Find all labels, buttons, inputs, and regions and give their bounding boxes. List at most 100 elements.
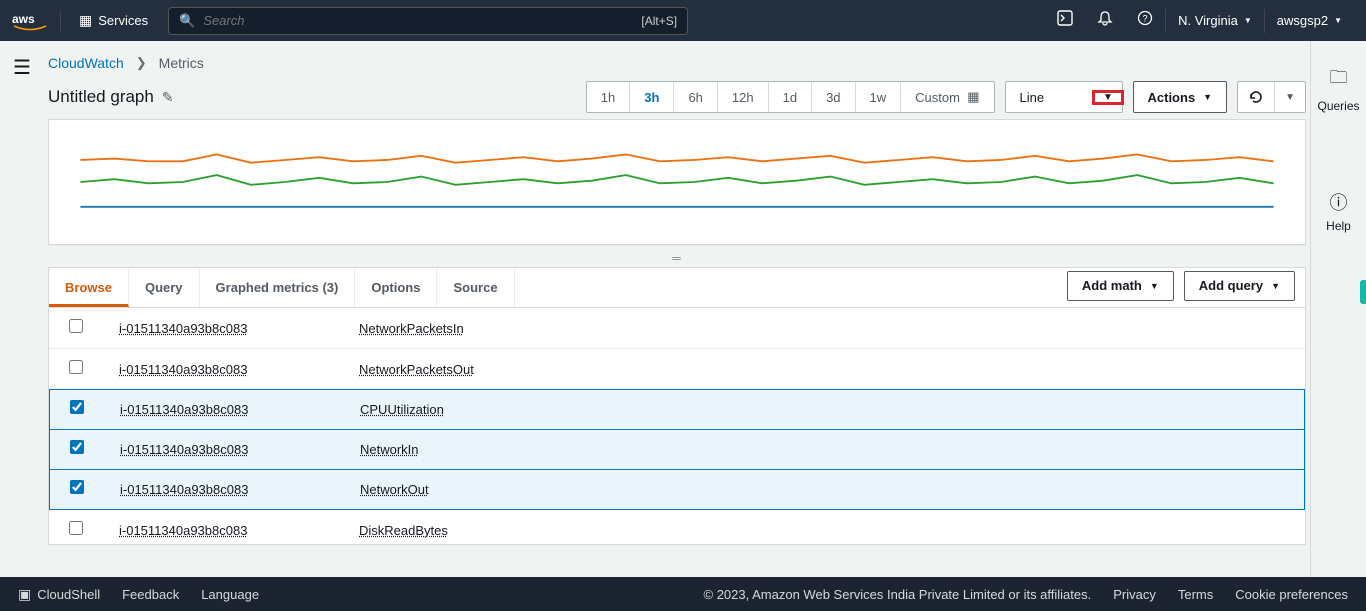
timerange-3d[interactable]: 3d [812, 82, 855, 112]
main-content: CloudWatch ❯ Metrics Untitled graph ✎ 1h… [44, 41, 1310, 577]
region-selector[interactable]: N. Virginia▼ [1166, 13, 1264, 28]
calendar-icon: ▦ [967, 89, 979, 105]
timerange-1w[interactable]: 1w [856, 82, 902, 112]
footer-feedback[interactable]: Feedback [122, 587, 179, 602]
help-icon[interactable]: ? [1125, 10, 1165, 31]
table-row[interactable]: i-01511340a93b8c083DiskReadBytes [49, 510, 1305, 545]
breadcrumb-root[interactable]: CloudWatch [48, 55, 124, 71]
resize-handle-icon[interactable]: ═ [44, 245, 1310, 267]
add-math-button[interactable]: Add math ▼ [1067, 271, 1174, 301]
instance-id[interactable]: i-01511340a93b8c083 [120, 402, 360, 417]
timerange-custom[interactable]: Custom ▦ [901, 82, 993, 112]
refresh-group: ▼ [1237, 81, 1306, 113]
actions-button[interactable]: Actions ▼ [1133, 81, 1228, 113]
edge-accent [1360, 280, 1366, 304]
svg-text:aws: aws [12, 12, 35, 26]
footer-privacy[interactable]: Privacy [1113, 587, 1156, 602]
refresh-button[interactable] [1238, 82, 1275, 112]
actions-label: Actions [1148, 90, 1196, 105]
metric-name[interactable]: DiskReadBytes [359, 523, 448, 538]
title-row: Untitled graph ✎ 1h 3h 6h 12h 1d 3d 1w C… [44, 81, 1310, 119]
chevron-down-icon[interactable]: ▼ [1094, 92, 1122, 103]
custom-label: Custom [915, 90, 960, 105]
queries-label: Queries [1317, 99, 1359, 113]
chevron-down-icon: ▼ [1150, 281, 1159, 291]
chart-panel [48, 119, 1306, 245]
notifications-icon[interactable] [1085, 10, 1125, 31]
table-row[interactable]: i-01511340a93b8c083NetworkPacketsIn [49, 308, 1305, 349]
tab-source[interactable]: Source [437, 268, 514, 307]
chevron-down-icon: ▼ [1285, 92, 1295, 103]
add-math-label: Add math [1082, 278, 1142, 293]
metric-name[interactable]: NetworkOut [360, 482, 429, 497]
timerange-6h[interactable]: 6h [674, 82, 717, 112]
hamburger-menu-icon[interactable]: ☰ [13, 55, 31, 577]
chart-type-select[interactable]: Line ▼ [1005, 81, 1123, 113]
table-row[interactable]: i-01511340a93b8c083NetworkIn [49, 429, 1305, 470]
timerange-picker: 1h 3h 6h 12h 1d 3d 1w Custom ▦ [586, 81, 995, 113]
search-input[interactable] [203, 13, 677, 28]
breadcrumb-current: Metrics [159, 55, 204, 71]
queries-icon: 🗀 [1330, 65, 1348, 95]
graph-title: Untitled graph [48, 87, 154, 107]
instance-id[interactable]: i-01511340a93b8c083 [120, 442, 360, 457]
chart-type-label: Line [1006, 90, 1094, 105]
timerange-3h[interactable]: 3h [630, 82, 674, 112]
edit-title-icon[interactable]: ✎ [162, 89, 174, 106]
metric-name[interactable]: NetworkIn [360, 442, 419, 457]
footer-terms[interactable]: Terms [1178, 587, 1213, 602]
aws-logo[interactable]: aws [12, 11, 61, 31]
row-checkbox[interactable] [70, 400, 84, 414]
region-label: N. Virginia [1178, 13, 1238, 28]
breadcrumb-sep-icon: ❯ [136, 55, 147, 71]
timerange-1h[interactable]: 1h [587, 82, 630, 112]
services-label: Services [98, 13, 148, 28]
refresh-interval-dropdown[interactable]: ▼ [1275, 82, 1305, 112]
table-row[interactable]: i-01511340a93b8c083NetworkOut [49, 469, 1305, 510]
tab-graphed-metrics[interactable]: Graphed metrics (3) [200, 268, 356, 307]
top-navigation: aws ▦ Services 🔍 [Alt+S] ? N. Virginia▼ … [0, 0, 1366, 41]
right-rail: 🗀 Queries ⓘ Help [1310, 41, 1366, 577]
global-search[interactable]: 🔍 [Alt+S] [168, 7, 688, 35]
queries-panel-button[interactable]: 🗀 Queries [1317, 65, 1359, 113]
chevron-down-icon: ▼ [1203, 92, 1212, 102]
chevron-down-icon: ▼ [1334, 16, 1342, 25]
footer-cookies[interactable]: Cookie preferences [1235, 587, 1348, 602]
add-query-label: Add query [1199, 278, 1263, 293]
instance-id[interactable]: i-01511340a93b8c083 [119, 321, 359, 336]
chevron-down-icon: ▼ [1271, 281, 1280, 291]
row-checkbox[interactable] [69, 360, 83, 374]
svg-text:?: ? [1143, 14, 1148, 24]
metric-name[interactable]: CPUUtilization [360, 402, 444, 417]
table-row[interactable]: i-01511340a93b8c083CPUUtilization [49, 389, 1305, 430]
services-menu[interactable]: ▦ Services [69, 12, 158, 29]
help-panel-button[interactable]: ⓘ Help [1326, 189, 1351, 233]
cloudshell-icon[interactable] [1045, 10, 1085, 31]
metric-name[interactable]: NetworkPacketsOut [359, 362, 474, 377]
row-checkbox[interactable] [69, 521, 83, 535]
tab-query[interactable]: Query [129, 268, 200, 307]
instance-id[interactable]: i-01511340a93b8c083 [120, 482, 360, 497]
hamburger-column: ☰ [0, 41, 44, 577]
metrics-table[interactable]: i-01511340a93b8c083NetworkPacketsIni-015… [48, 307, 1306, 545]
footer-language[interactable]: Language [201, 587, 259, 602]
breadcrumb: CloudWatch ❯ Metrics [44, 49, 1310, 81]
table-row[interactable]: i-01511340a93b8c083NetworkPacketsOut [49, 349, 1305, 390]
row-checkbox[interactable] [70, 440, 84, 454]
info-icon: ⓘ [1330, 189, 1348, 215]
add-query-button[interactable]: Add query ▼ [1184, 271, 1295, 301]
instance-id[interactable]: i-01511340a93b8c083 [119, 523, 359, 538]
timerange-1d[interactable]: 1d [769, 82, 812, 112]
tab-options[interactable]: Options [355, 268, 437, 307]
timerange-12h[interactable]: 12h [718, 82, 769, 112]
footer-cloudshell[interactable]: ▣CloudShell [18, 586, 100, 603]
row-checkbox[interactable] [70, 480, 84, 494]
row-checkbox[interactable] [69, 319, 83, 333]
metric-name[interactable]: NetworkPacketsIn [359, 321, 464, 336]
account-menu[interactable]: awsgsp2▼ [1265, 13, 1354, 28]
tab-browse[interactable]: Browse [49, 268, 129, 307]
line-chart [49, 120, 1305, 244]
instance-id[interactable]: i-01511340a93b8c083 [119, 362, 359, 377]
footer-copyright: © 2023, Amazon Web Services India Privat… [704, 587, 1092, 602]
help-label: Help [1326, 219, 1351, 233]
